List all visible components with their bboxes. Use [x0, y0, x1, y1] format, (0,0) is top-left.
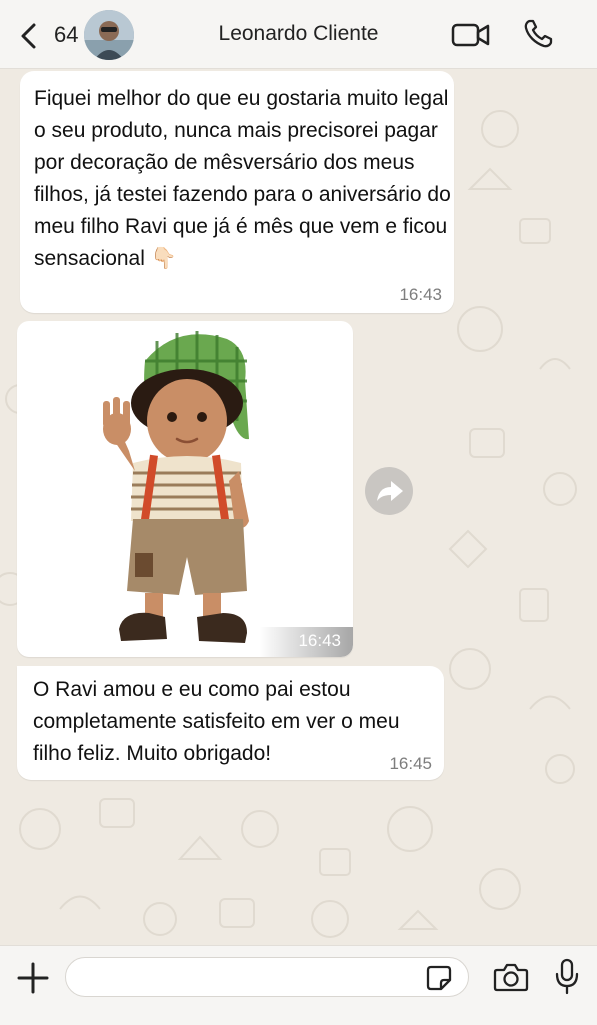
forward-button[interactable] — [365, 467, 413, 515]
message-bubble[interactable]: O Ravi amou e eu como pai estou completa… — [17, 666, 444, 780]
phone-call-icon[interactable] — [522, 18, 554, 50]
message-time: 16:43 — [298, 631, 341, 650]
forward-icon — [377, 481, 403, 501]
message-text: O Ravi amou e eu como pai estou completa… — [33, 678, 400, 765]
camera-icon[interactable] — [493, 961, 529, 993]
message-input[interactable] — [65, 957, 469, 997]
video-call-icon[interactable] — [451, 21, 491, 49]
chat-area[interactable]: Fiquei melhor do que eu gostaria muito l… — [0, 69, 597, 945]
sticker-icon[interactable] — [425, 964, 453, 992]
sticker-time-overlay: 16:43 — [259, 627, 353, 657]
chat-header: 64 Leonardo Cliente — [0, 0, 597, 69]
add-icon[interactable] — [16, 961, 50, 995]
composer-bar — [0, 945, 597, 1025]
message-time: 16:45 — [389, 754, 432, 773]
sticker-message[interactable]: 16:43 — [17, 321, 353, 657]
message-time: 16:43 — [399, 285, 442, 304]
message-bubble[interactable]: Fiquei melhor do que eu gostaria muito l… — [20, 71, 454, 313]
mic-icon[interactable] — [553, 958, 581, 996]
message-text: Fiquei melhor do que eu gostaria muito l… — [34, 87, 451, 270]
boy-sticker-image — [103, 331, 249, 643]
contact-name[interactable]: Leonardo Cliente — [0, 22, 597, 46]
